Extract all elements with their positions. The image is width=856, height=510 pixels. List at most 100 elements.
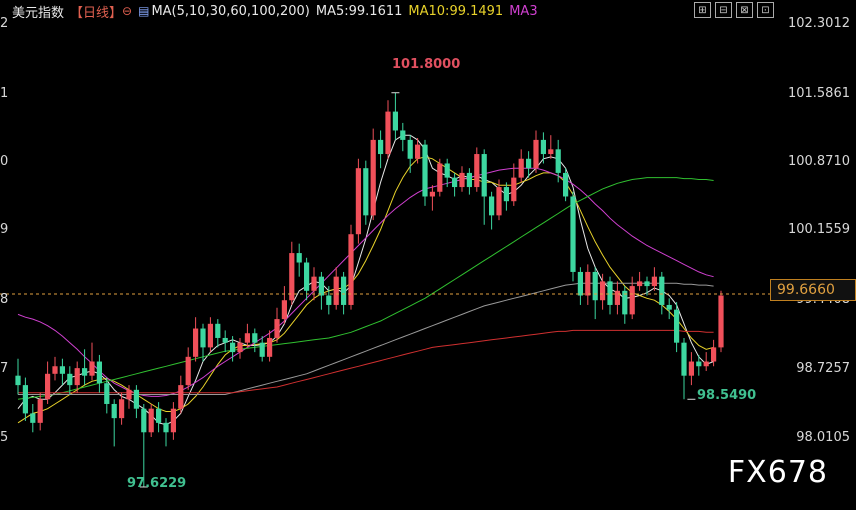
candle-body: [437, 163, 443, 192]
candle-body: [496, 187, 502, 216]
candle-body: [215, 323, 221, 338]
candle-body: [67, 373, 73, 386]
candle-body: [415, 144, 421, 159]
candle-body: [666, 304, 672, 310]
candle-body: [311, 276, 317, 291]
candle-body: [141, 408, 147, 433]
candle-body: [370, 139, 376, 216]
ma5-value: MA5:99.1611: [315, 3, 403, 19]
candle-body: [503, 187, 509, 202]
candle-body: [548, 149, 554, 155]
candle-body: [363, 168, 369, 216]
candle-body: [466, 172, 472, 188]
candle-body: [193, 328, 199, 357]
candle-body: [244, 333, 250, 343]
candle-body: [200, 328, 206, 348]
candle-body: [385, 111, 391, 155]
candle-body: [452, 177, 458, 188]
candle-body: [585, 271, 591, 296]
export-icon[interactable]: ⊠: [736, 2, 753, 18]
candle-body: [15, 375, 21, 386]
candle-body: [119, 399, 125, 419]
candle-body: [392, 111, 398, 131]
ma-chart-icon: ▤: [138, 4, 150, 18]
candle-body: [252, 333, 258, 343]
candle-body: [52, 366, 58, 374]
candle-body: [644, 281, 650, 287]
candle-body: [474, 154, 480, 188]
candle-body: [570, 196, 576, 272]
high-annotation: 101.8000: [392, 57, 461, 72]
candle-body: [37, 399, 43, 423]
candle-body: [267, 337, 273, 357]
ma-params-label[interactable]: MA(5,10,30,60,100,200): [151, 4, 309, 19]
candle-body: [230, 342, 236, 353]
candle-body: [600, 281, 606, 301]
candle-body: [222, 337, 228, 343]
candle-body: [104, 383, 110, 404]
y-tick-label: 98.7257: [796, 361, 850, 376]
candle-body: [178, 385, 184, 409]
candle-body: [592, 271, 598, 301]
candle-body: [281, 300, 287, 320]
ma3-value: MA3: [509, 3, 538, 19]
ma10-value: MA10:99.1491: [408, 3, 504, 19]
candle-body: [156, 408, 162, 423]
candle-body: [629, 286, 635, 315]
candle-body: [326, 295, 332, 305]
candle-body: [681, 342, 687, 376]
candle-body: [577, 271, 583, 296]
candle-body: [296, 253, 302, 263]
left-tick-label: 8: [0, 292, 9, 307]
settings-icon[interactable]: ⊖: [122, 4, 132, 18]
left-tick-label: 5: [0, 430, 9, 445]
grid-icon[interactable]: ⊞: [694, 2, 711, 18]
candle-body: [555, 149, 561, 173]
candle-body: [422, 144, 428, 197]
candle-body: [400, 130, 406, 140]
left-tick-label: 9: [0, 222, 9, 237]
candle-body: [674, 309, 680, 343]
candle-body: [511, 177, 517, 202]
minus-icon[interactable]: ⊟: [715, 2, 732, 18]
candle-body: [637, 281, 643, 287]
candle-body: [711, 347, 717, 362]
candle-body: [185, 356, 191, 386]
candle-body: [703, 361, 709, 367]
low-right-annotation: 98.5490: [697, 388, 757, 403]
candle-body: [289, 253, 295, 301]
candle-body: [614, 290, 620, 305]
candlestick-chart: [0, 92, 854, 488]
candle-body: [355, 168, 361, 235]
candle-body: [696, 361, 702, 367]
candle-body: [45, 373, 51, 400]
candle-body: [82, 368, 88, 376]
y-tick-label: 101.5861: [787, 86, 850, 101]
ma-line-ma200: [18, 329, 714, 394]
candle-body: [489, 196, 495, 216]
candle-body: [318, 276, 324, 296]
candle-body: [22, 385, 28, 414]
candle-body: [659, 276, 665, 305]
candle-body: [274, 319, 280, 338]
candle-body: [126, 389, 132, 400]
candle-body: [89, 361, 95, 376]
candle-body: [607, 281, 613, 305]
candle-body: [526, 158, 532, 169]
candle-body: [111, 403, 117, 419]
left-tick-label: 0: [0, 154, 9, 169]
period-label[interactable]: 【日线】: [70, 2, 122, 21]
candle-body: [170, 408, 176, 433]
fullscreen-icon[interactable]: ⊡: [757, 2, 774, 18]
y-tick-label: 98.0105: [796, 430, 850, 445]
candle-body: [96, 361, 102, 384]
candle-body: [341, 276, 347, 305]
candle-body: [718, 295, 724, 348]
left-tick-label: 7: [0, 361, 9, 376]
candle-body: [259, 342, 265, 357]
candle-body: [304, 262, 310, 291]
candle-body: [651, 276, 657, 287]
candle-body: [133, 389, 139, 409]
candle-body: [407, 139, 413, 159]
candle-body: [237, 342, 243, 353]
